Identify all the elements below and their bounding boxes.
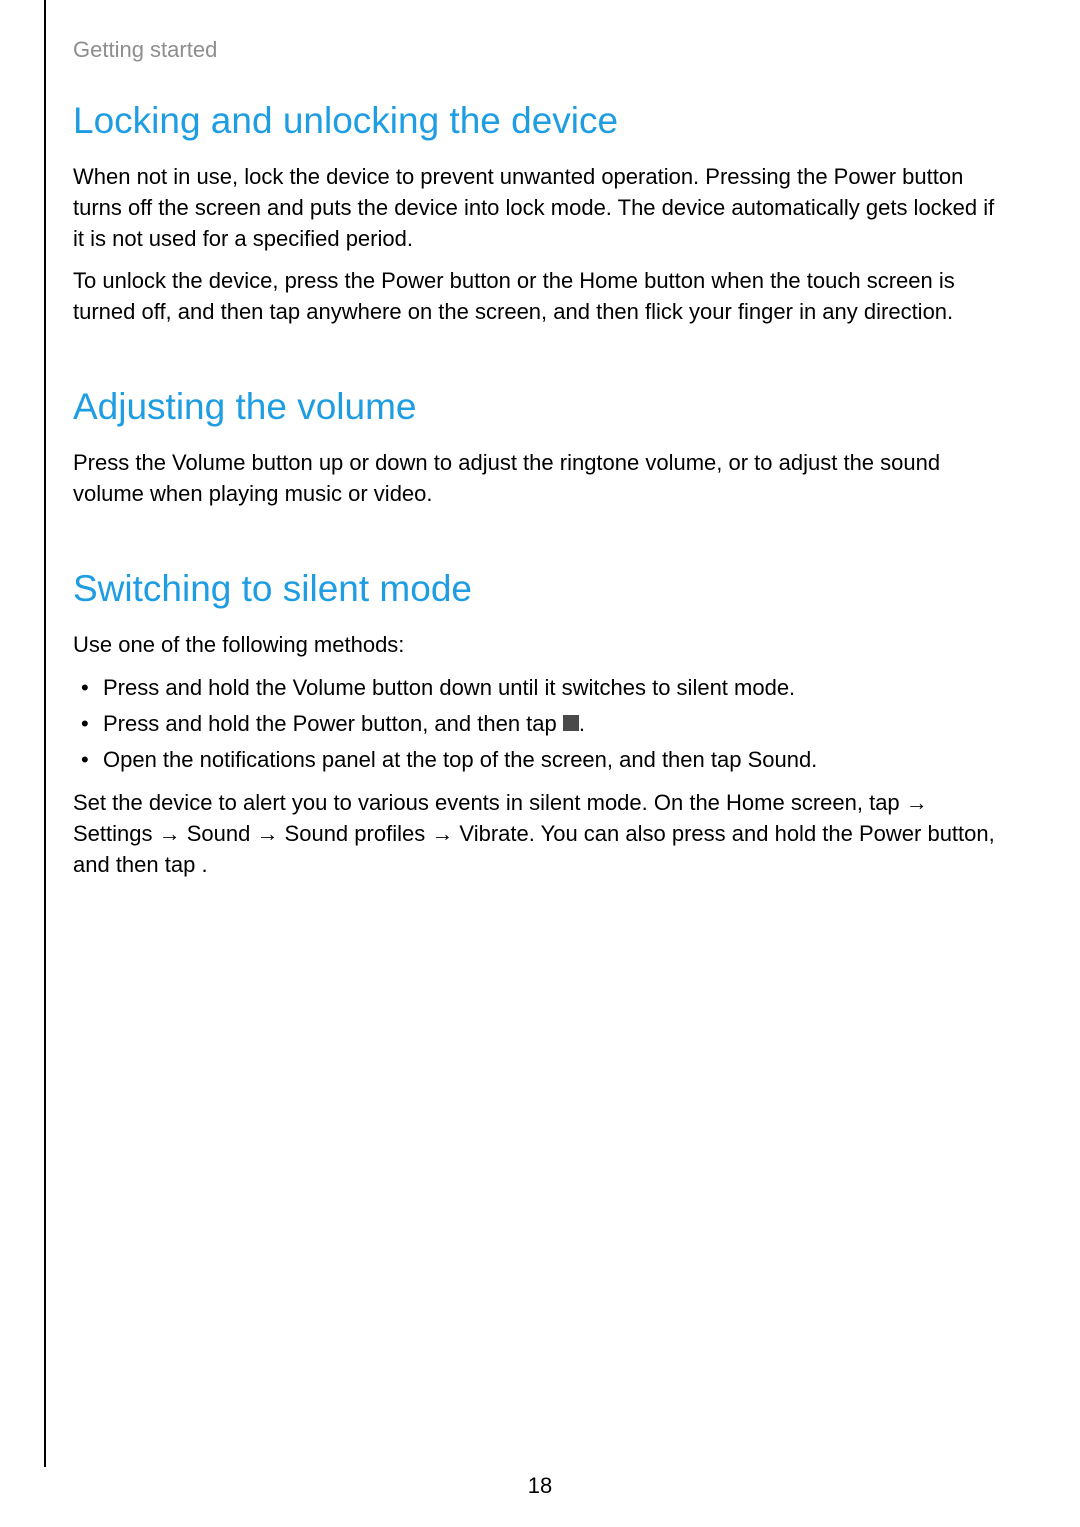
section-silent: Switching to silent mode Use one of the … [73, 568, 1008, 881]
list-item: Press and hold the Volume button down un… [103, 672, 1008, 704]
heading-silent: Switching to silent mode [73, 568, 1008, 610]
mute-icon [563, 715, 579, 731]
section-volume: Adjusting the volume Press the Volume bu… [73, 386, 1008, 510]
heading-locking: Locking and unlocking the device [73, 100, 1008, 142]
header-chapter: Getting started [73, 37, 217, 63]
section-locking: Locking and unlocking the device When no… [73, 100, 1008, 328]
paragraph: Use one of the following methods: [73, 630, 1008, 661]
paragraph: When not in use, lock the device to prev… [73, 162, 1008, 254]
bullet-list: Press and hold the Volume button down un… [73, 672, 1008, 776]
list-item: Press and hold the Power button, and the… [103, 708, 1008, 740]
page-border-line [44, 0, 46, 1467]
paragraph: Press the Volume button up or down to ad… [73, 448, 1008, 510]
page-number: 18 [0, 1473, 1080, 1499]
heading-volume: Adjusting the volume [73, 386, 1008, 428]
paragraph: Set the device to alert you to various e… [73, 788, 1008, 880]
paragraph: To unlock the device, press the Power bu… [73, 266, 1008, 328]
content-area: Locking and unlocking the device When no… [73, 100, 1008, 938]
list-item: Open the notifications panel at the top … [103, 744, 1008, 776]
